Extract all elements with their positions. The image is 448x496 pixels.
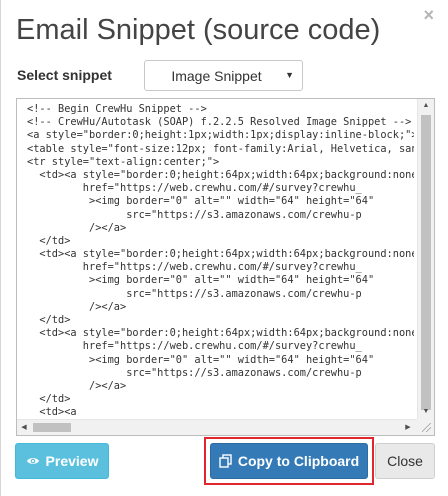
source-code-textarea[interactable]: <!-- Begin CrewHu Snippet --> <!-- CrewHu… — [16, 98, 435, 436]
close-icon[interactable]: × — [423, 6, 434, 24]
code-lines: <!-- Begin CrewHu Snippet --> <!-- CrewHu… — [27, 103, 414, 419]
vertical-scroll-thumb[interactable] — [421, 115, 431, 410]
horizontal-scroll-thumb[interactable] — [33, 423, 71, 432]
code-line: <td><a style="border:0;height:64px;width… — [27, 327, 414, 340]
code-line: /></a> — [27, 379, 127, 392]
code-line: <td><a — [27, 406, 77, 419]
code-line: ><img border="0" alt="" width="64" heigh… — [27, 353, 375, 366]
code-line: /></a> — [27, 300, 127, 313]
snippet-select[interactable]: Image Snippet ▼ — [144, 60, 303, 91]
code-line: src="https://s3.amazonaws.com/crewhu-p — [27, 287, 362, 300]
select-snippet-label: Select snippet — [17, 67, 112, 83]
horizontal-scrollbar[interactable]: ◀ ▶ — [17, 419, 417, 435]
copy-button-label: Copy to Clipboard — [237, 453, 360, 469]
code-line: src="https://s3.amazonaws.com/crewhu-p — [27, 366, 362, 379]
code-line: href="https://web.crewhu.com/#/survey?cr… — [27, 261, 362, 274]
clipboard-icon — [219, 454, 232, 468]
close-button-label: Close — [387, 453, 423, 469]
scroll-right-arrow-icon[interactable]: ▶ — [401, 420, 415, 435]
chevron-down-icon: ▼ — [285, 70, 294, 80]
code-line: </td> — [27, 393, 71, 406]
dialog-title: Email Snippet (source code) — [16, 14, 381, 46]
scroll-up-arrow-icon[interactable]: ▲ — [418, 99, 434, 113]
code-line: src="https://s3.amazonaws.com/crewhu-p — [27, 208, 362, 221]
code-line: <!-- Begin CrewHu Snippet --> — [27, 103, 207, 115]
code-line: <table style="font-size:12px; font-famil… — [27, 142, 414, 155]
code-line: </td> — [27, 234, 71, 247]
resize-grip-icon[interactable] — [422, 423, 431, 432]
code-line: <tr style="text-align:center;"> — [27, 155, 220, 168]
scroll-down-arrow-icon[interactable]: ▼ — [418, 405, 434, 419]
code-line: <td><a style="border:0;height:64px;width… — [27, 248, 414, 261]
code-line: /></a> — [27, 221, 127, 234]
copy-to-clipboard-button[interactable]: Copy to Clipboard — [210, 443, 368, 479]
code-line: <!-- CrewHu/Autotask (SOAP) f.2.2.5 Reso… — [27, 116, 412, 129]
code-line: ><img border="0" alt="" width="64" heigh… — [27, 274, 375, 287]
preview-button-label: Preview — [45, 453, 99, 469]
resize-corner[interactable] — [417, 419, 434, 435]
preview-button[interactable]: Preview — [15, 443, 109, 479]
vertical-scrollbar[interactable]: ▲ ▼ — [417, 99, 434, 419]
code-line: href="https://web.crewhu.com/#/survey?cr… — [27, 340, 362, 353]
close-button[interactable]: Close — [375, 443, 435, 479]
code-line: href="https://web.crewhu.com/#/survey?cr… — [27, 182, 362, 195]
code-line: <a style="border:0;height:1px;width:1px;… — [27, 129, 414, 142]
code-line: ><img border="0" alt="" width="64" heigh… — [27, 195, 375, 208]
code-line: <td><a style="border:0;height:64px;width… — [27, 168, 414, 181]
scroll-left-arrow-icon[interactable]: ◀ — [17, 420, 31, 435]
code-line: </td> — [27, 314, 71, 326]
email-snippet-dialog: × Email Snippet (source code) Select sni… — [0, 0, 448, 496]
snippet-select-value: Image Snippet — [171, 67, 262, 84]
eye-icon — [26, 456, 40, 466]
